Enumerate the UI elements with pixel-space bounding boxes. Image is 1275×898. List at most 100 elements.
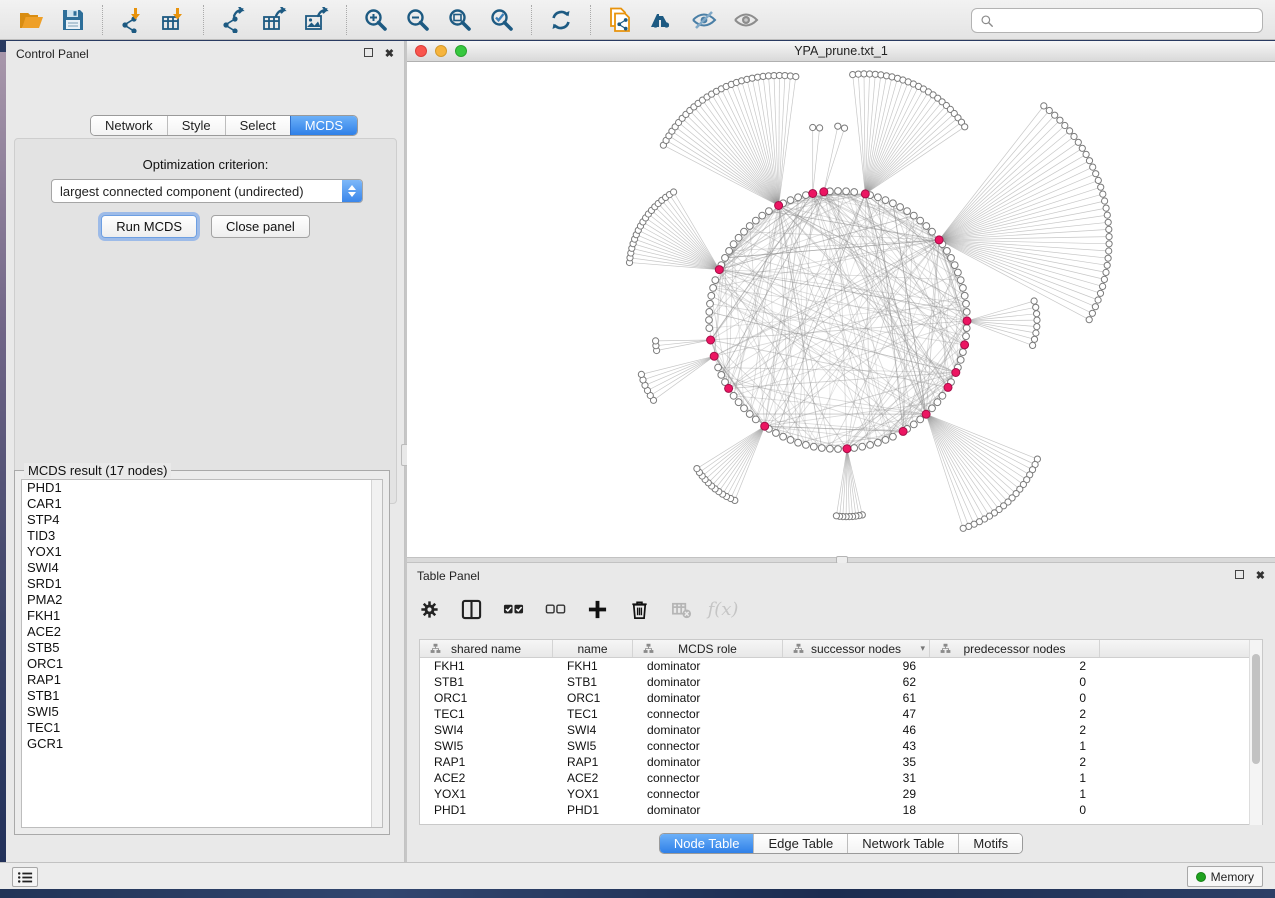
network-window-titlebar[interactable]: YPA_prune.txt_1 [407,41,1275,62]
mcds-hub-node[interactable] [935,236,943,244]
mcds-node-item[interactable]: RAP1 [22,672,382,688]
select-all-icon[interactable] [501,597,525,621]
memory-button[interactable]: Memory [1187,866,1263,887]
column-header-shared-name[interactable]: shared name [420,640,553,657]
optimization-criterion-select[interactable]: largest connected component (undirected) [51,179,363,203]
mcds-hub-node[interactable] [961,341,969,349]
mcds-node-item[interactable]: ORC1 [22,656,382,672]
cell-predecessor-nodes[interactable]: 1 [930,770,1100,786]
close-panel-button[interactable]: Close panel [211,215,310,238]
mcds-node-item[interactable]: SWI4 [22,560,382,576]
mcds-node-item[interactable]: ACE2 [22,624,382,640]
cell-name[interactable]: TEC1 [553,706,633,722]
import-table-icon[interactable] [159,6,189,34]
tab-select[interactable]: Select [225,116,290,135]
table-row[interactable]: PHD1PHD1dominator180 [420,802,1262,818]
mcds-node-item[interactable]: STB5 [22,640,382,656]
mcds-node-item[interactable]: TID3 [22,528,382,544]
run-mcds-button[interactable]: Run MCDS [101,215,197,238]
mcds-hub-node[interactable] [707,336,715,344]
mcds-node-item[interactable]: PHD1 [22,480,382,496]
cell-predecessor-nodes[interactable]: 1 [930,786,1100,802]
tab-style[interactable]: Style [167,116,225,135]
cell-shared-name[interactable]: PHD1 [420,802,553,818]
mcds-node-item[interactable]: CAR1 [22,496,382,512]
cell-name[interactable]: FKH1 [553,658,633,674]
table-row[interactable]: ACE2ACE2connector311 [420,770,1262,786]
column-header-MCDS-role[interactable]: MCDS role [633,640,783,657]
cell-successor-nodes[interactable]: 31 [783,770,930,786]
mcds-node-item[interactable]: PMA2 [22,592,382,608]
export-network-icon[interactable] [218,6,248,34]
cell-successor-nodes[interactable]: 29 [783,786,930,802]
cell-successor-nodes[interactable]: 96 [783,658,930,674]
cell-shared-name[interactable]: SWI5 [420,738,553,754]
cell-shared-name[interactable]: SWI4 [420,722,553,738]
mcds-list-scrollbar[interactable] [371,480,382,827]
mcds-hub-node[interactable] [809,190,817,198]
tab-node-table[interactable]: Node Table [660,834,754,853]
cell-successor-nodes[interactable]: 47 [783,706,930,722]
cell-name[interactable]: YOX1 [553,786,633,802]
close-panel-icon[interactable]: ✖ [385,49,394,60]
cell-name[interactable]: ACE2 [553,770,633,786]
cell-shared-name[interactable]: ORC1 [420,690,553,706]
table-row[interactable]: YOX1YOX1connector291 [420,786,1262,802]
table-row[interactable]: STB1STB1dominator620 [420,674,1262,690]
network-canvas[interactable] [407,62,1275,557]
save-icon[interactable] [58,6,88,34]
mcds-node-item[interactable]: GCR1 [22,736,382,752]
cell-shared-name[interactable]: ACE2 [420,770,553,786]
table-row[interactable]: RAP1RAP1dominator352 [420,754,1262,770]
mcds-hub-node[interactable] [952,369,960,377]
mcds-hub-node[interactable] [922,410,930,418]
mcds-node-item[interactable]: STP4 [22,512,382,528]
table-row[interactable]: FKH1FKH1dominator962 [420,658,1262,674]
zoom-selected-icon[interactable] [487,6,517,34]
cell-shared-name[interactable]: FKH1 [420,658,553,674]
mcds-hub-node[interactable] [843,445,851,453]
cell-shared-name[interactable]: RAP1 [420,754,553,770]
cell-MCDS-role[interactable]: connector [633,706,783,722]
search-box[interactable] [971,8,1263,33]
cell-MCDS-role[interactable]: dominator [633,674,783,690]
mcds-hub-node[interactable] [710,352,718,360]
show-all-icon[interactable] [731,6,761,34]
cell-name[interactable]: SWI5 [553,738,633,754]
columns-icon[interactable] [459,597,483,621]
clone-network-icon[interactable] [605,6,635,34]
tab-mcds[interactable]: MCDS [290,116,357,135]
cell-MCDS-role[interactable]: connector [633,738,783,754]
table-scrollbar-thumb[interactable] [1252,654,1260,764]
mcds-hub-node[interactable] [899,427,907,435]
network-graph[interactable] [407,62,1275,557]
cell-predecessor-nodes[interactable]: 0 [930,674,1100,690]
mcds-node-item[interactable]: FKH1 [22,608,382,624]
cell-name[interactable]: SWI4 [553,722,633,738]
table-row[interactable]: SWI5SWI5connector431 [420,738,1262,754]
cell-shared-name[interactable]: STB1 [420,674,553,690]
zoom-out-icon[interactable] [403,6,433,34]
cell-name[interactable]: RAP1 [553,754,633,770]
mcds-node-item[interactable]: SRD1 [22,576,382,592]
deselect-all-icon[interactable] [543,597,567,621]
open-folder-icon[interactable] [16,6,46,34]
mcds-result-list[interactable]: PHD1CAR1STP4TID3YOX1SWI4SRD1PMA2FKH1ACE2… [21,479,383,828]
cell-predecessor-nodes[interactable]: 0 [930,690,1100,706]
mcds-hub-node[interactable] [775,202,783,210]
cell-predecessor-nodes[interactable]: 2 [930,658,1100,674]
table-row[interactable]: SWI4SWI4dominator462 [420,722,1262,738]
mcds-node-item[interactable]: STB1 [22,688,382,704]
cell-name[interactable]: STB1 [553,674,633,690]
mcds-hub-node[interactable] [861,190,869,198]
mcds-hub-node[interactable] [761,422,769,430]
mcds-node-item[interactable]: YOX1 [22,544,382,560]
mcds-hub-node[interactable] [963,317,971,325]
cell-MCDS-role[interactable]: dominator [633,722,783,738]
column-header-name[interactable]: name [553,640,633,657]
cell-predecessor-nodes[interactable]: 0 [930,802,1100,818]
mcds-node-item[interactable]: TEC1 [22,720,382,736]
zoom-fit-icon[interactable] [445,6,475,34]
binoculars-icon[interactable] [647,6,677,34]
zoom-in-icon[interactable] [361,6,391,34]
